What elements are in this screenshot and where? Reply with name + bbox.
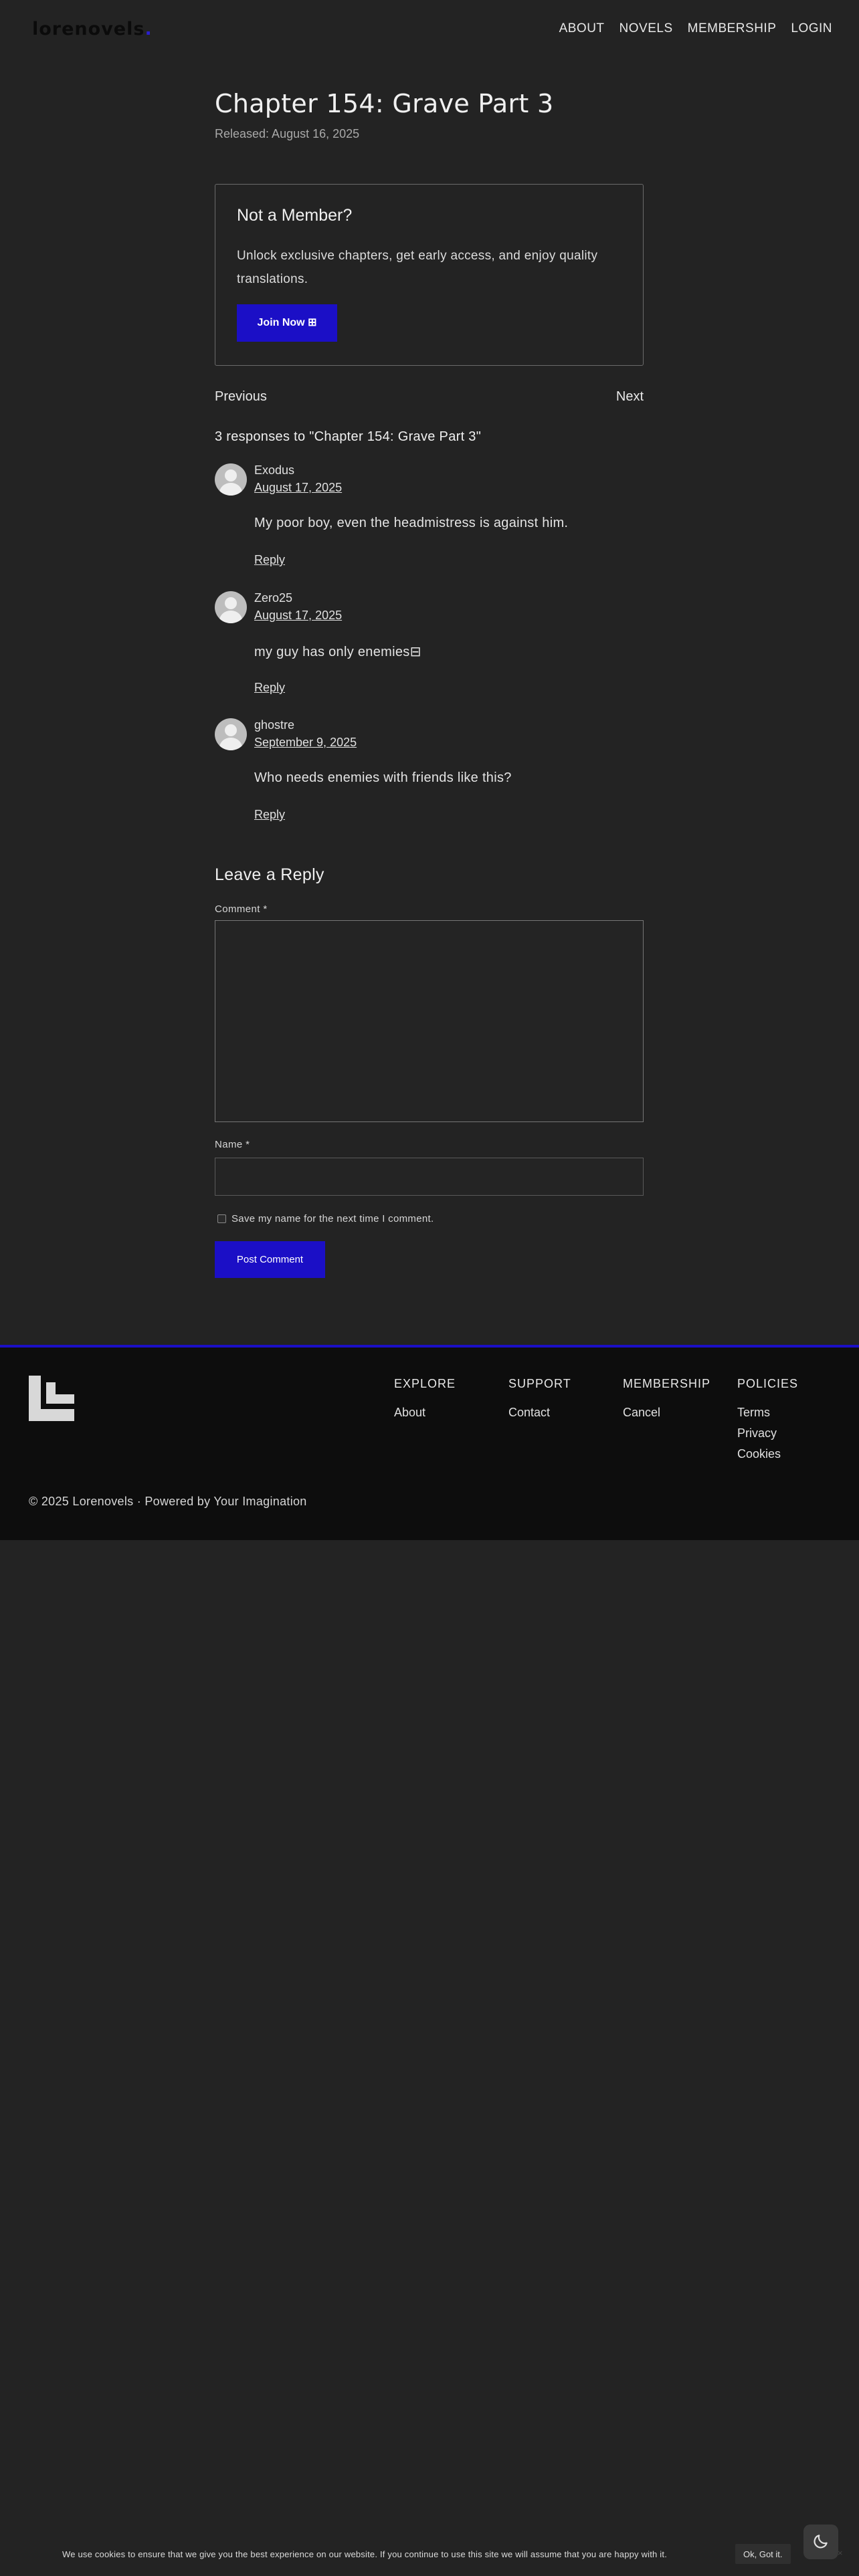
comment-author: ghostre	[254, 718, 295, 732]
main-nav: ABOUT NOVELS MEMBERSHIP LOGIN	[559, 21, 832, 36]
comment-textarea[interactable]	[215, 920, 644, 1122]
footer-link-cancel[interactable]: Cancel	[623, 1406, 710, 1420]
footer-heading: POLICIES	[737, 1377, 799, 1390]
nav-about[interactable]: ABOUT	[559, 21, 605, 36]
comment-date-link[interactable]: August 17, 2025	[254, 481, 342, 495]
footer-link-about[interactable]: About	[394, 1406, 456, 1420]
comment-date-link[interactable]: August 17, 2025	[254, 609, 342, 623]
membership-heading: Not a Member?	[237, 206, 353, 225]
footer-heading: MEMBERSHIP	[623, 1377, 711, 1390]
nav-membership[interactable]: MEMBERSHIP	[688, 21, 777, 36]
comment-text: Who needs enemies with friends like this…	[254, 770, 512, 785]
join-now-button[interactable]: Join Now ⊞	[237, 304, 337, 342]
cookie-close-icon[interactable]: ×	[838, 2548, 843, 2558]
next-chapter-link[interactable]: Next	[616, 389, 644, 405]
name-input[interactable]	[215, 1158, 644, 1196]
logo-text: lorenovels	[32, 19, 145, 39]
post-title: Chapter 154: Grave Part 3	[215, 89, 554, 118]
save-name-label: Save my name for the next time I comment…	[231, 1213, 434, 1224]
post-comment-button[interactable]: Post Comment	[215, 1241, 325, 1278]
comments-title: 3 responses to "Chapter 154: Grave Part …	[215, 429, 482, 444]
comment-reply-link[interactable]: Reply	[254, 808, 285, 822]
site-logo[interactable]: lorenovels.	[32, 19, 153, 39]
previous-chapter-link[interactable]: Previous	[215, 389, 267, 405]
footer-column-support: SUPPORT Contact	[508, 1377, 571, 1420]
comment-reply-link[interactable]: Reply	[254, 553, 285, 567]
save-name-row: Save my name for the next time I comment…	[217, 1213, 434, 1224]
name-label: Name *	[215, 1139, 250, 1150]
footer-column-membership: MEMBERSHIP Cancel	[623, 1377, 710, 1420]
avatar-icon	[215, 591, 247, 623]
copyright-text: © 2025 Lorenovels · Powered by Your Imag…	[29, 1495, 307, 1508]
save-name-checkbox[interactable]	[217, 1214, 226, 1223]
footer-link-terms[interactable]: Terms	[737, 1406, 798, 1420]
footer-column-explore: EXPLORE About	[394, 1377, 456, 1420]
comment-reply-link[interactable]: Reply	[254, 681, 285, 695]
footer-link-cookies[interactable]: Cookies	[737, 1447, 798, 1461]
footer-heading: EXPLORE	[394, 1377, 456, 1390]
comment-author: Zero25	[254, 591, 293, 605]
comment-text: My poor boy, even the headmistress is ag…	[254, 516, 569, 530]
site-header: lorenovels. ABOUT NOVELS MEMBERSHIP LOGI…	[0, 0, 859, 63]
leave-reply-title: Leave a Reply	[215, 865, 324, 884]
post-release-date: Released: August 16, 2025	[215, 127, 360, 140]
footer-heading: SUPPORT	[508, 1377, 571, 1390]
footer-link-contact[interactable]: Contact	[508, 1406, 571, 1420]
avatar-icon	[215, 463, 247, 496]
comment-date-link[interactable]: September 9, 2025	[254, 736, 357, 750]
cookie-notice-text: We use cookies to ensure that we give yo…	[62, 2549, 668, 2559]
comment-text: my guy has only enemies⊟	[254, 645, 421, 659]
footer-logo-icon[interactable]	[29, 1376, 74, 1421]
avatar-icon	[215, 718, 247, 750]
comment-label: Comment *	[215, 903, 268, 915]
comment-author: Exodus	[254, 463, 295, 477]
nav-login[interactable]: LOGIN	[791, 21, 832, 36]
footer-link-privacy[interactable]: Privacy	[737, 1426, 798, 1440]
logo-dot: .	[145, 19, 153, 39]
cookie-accept-button[interactable]: Ok, Got it.	[735, 2544, 791, 2564]
site-footer: EXPLORE About SUPPORT Contact MEMBERSHIP…	[0, 1345, 859, 1540]
nav-novels[interactable]: NOVELS	[619, 21, 673, 36]
membership-box: Not a Member? Unlock exclusive chapters,…	[215, 184, 644, 366]
footer-column-policies: POLICIES Terms Privacy Cookies	[737, 1377, 798, 1461]
cookie-bar: We use cookies to ensure that we give yo…	[0, 2541, 859, 2568]
membership-text: Unlock exclusive chapters, get early acc…	[237, 249, 598, 286]
